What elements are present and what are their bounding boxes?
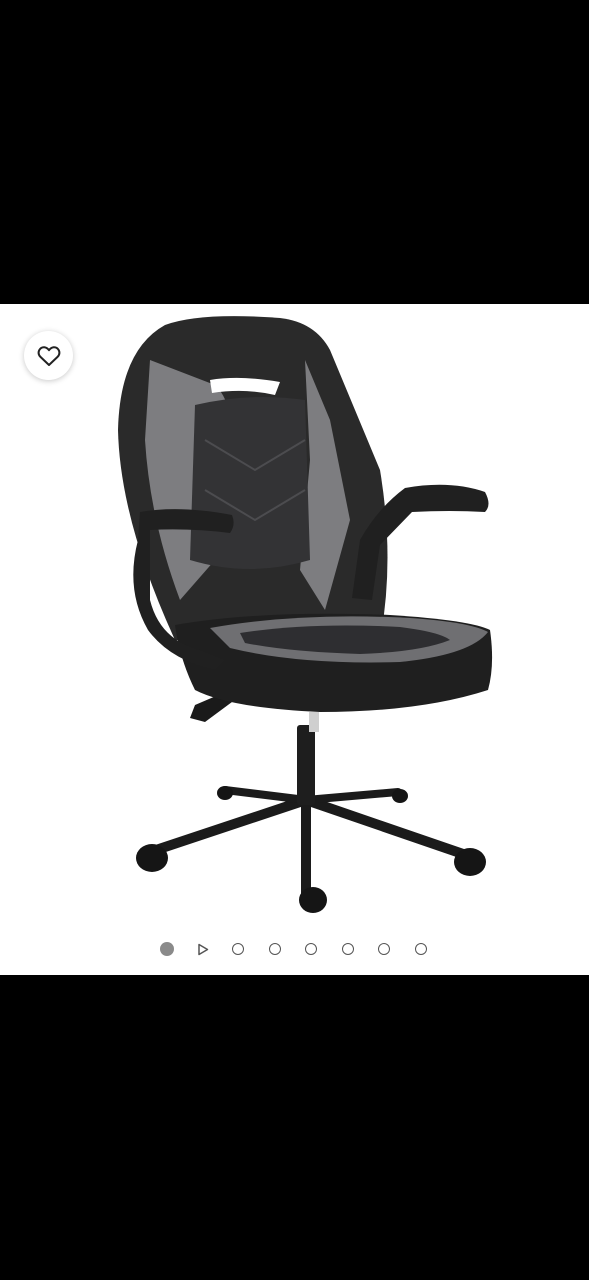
gallery-pagination [160,938,451,960]
favorite-button[interactable] [24,331,73,380]
pagination-dot-8[interactable] [414,943,427,955]
play-icon [198,943,209,955]
pagination-dot-5[interactable] [305,943,317,955]
product-image[interactable] [100,310,500,920]
pagination-dot-6[interactable] [341,943,354,955]
pagination-video-slide[interactable] [196,942,210,956]
pagination-dot-4[interactable] [268,943,281,955]
heart-outline-icon [37,345,60,366]
pagination-dot-3[interactable] [232,943,244,955]
screen [0,0,589,1280]
gas-cylinder [297,725,315,805]
pagination-dot-7[interactable] [378,943,390,955]
pagination-dot-1[interactable] [160,942,174,956]
chair-base [145,786,471,900]
